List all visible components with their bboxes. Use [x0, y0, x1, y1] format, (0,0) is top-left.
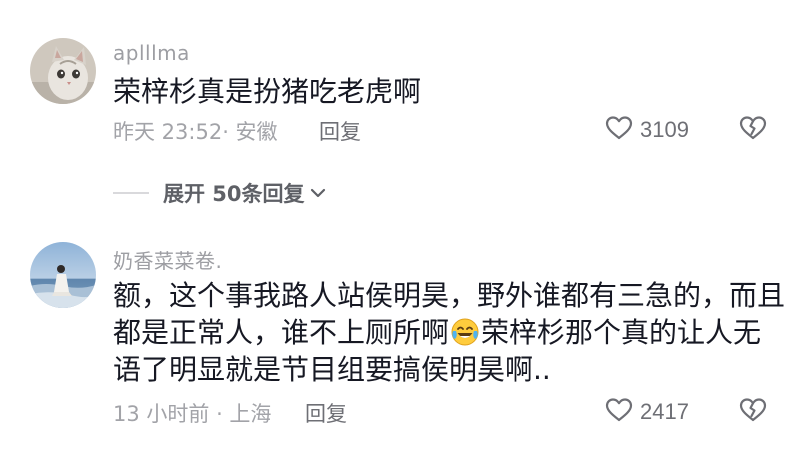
heart-outline-icon — [604, 113, 634, 147]
avatar[interactable] — [30, 242, 96, 308]
comment-text-segment: 荣梓杉那个真的让人无 — [481, 316, 762, 349]
like-count: 3109 — [640, 117, 689, 142]
username[interactable]: aplllma — [113, 41, 190, 65]
like-button[interactable]: 3109 — [604, 113, 689, 147]
comment-time-location: 昨天 23:52· 安徽 — [113, 120, 278, 144]
reply-button[interactable]: 回复 — [305, 398, 347, 428]
dislike-button[interactable] — [738, 113, 768, 147]
chevron-down-icon — [309, 184, 327, 202]
comment-time-location: 13 小时前 · 上海 — [113, 402, 272, 426]
comment-text-line: 额，这个事我路人站侯明昊，野外谁都有三急的，而且 — [113, 279, 786, 312]
like-button[interactable]: 2417 — [604, 395, 689, 429]
expand-replies-label: 展开 50条回复 — [163, 182, 305, 206]
reply-button[interactable]: 回复 — [319, 116, 361, 146]
avatar[interactable] — [30, 38, 96, 104]
comment-text-line: 都是正常人，谁不上厕所啊 荣梓杉那个真的让人无 — [113, 315, 773, 351]
username[interactable]: 奶香菜菜卷. — [113, 245, 222, 274]
heart-outline-icon — [604, 395, 634, 429]
comment-section: aplllma 荣梓杉真是扮猪吃老虎啊 昨天 23:52· 安徽 回复 3109… — [0, 0, 800, 457]
comment-text-line: 语了明显就是节目组要搞侯明昊啊.. — [113, 353, 551, 386]
comment-text: 荣梓杉真是扮猪吃老虎啊 — [113, 75, 422, 108]
divider-line — [113, 192, 149, 194]
dislike-button[interactable] — [738, 395, 768, 429]
broken-heart-icon — [738, 116, 768, 147]
expand-replies-button[interactable]: 展开 50条回复 — [113, 178, 327, 208]
laughing-tears-emoji — [450, 317, 480, 347]
like-count: 2417 — [640, 399, 689, 424]
comment-text-segment: 都是正常人，谁不上厕所啊 — [113, 316, 450, 349]
broken-heart-icon — [738, 398, 768, 429]
